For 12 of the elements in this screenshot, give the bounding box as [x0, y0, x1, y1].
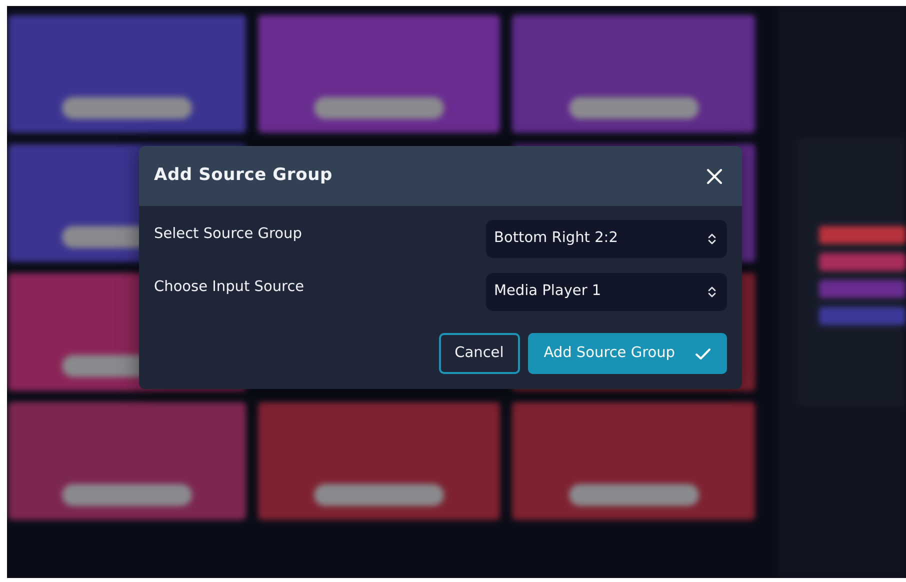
- close-icon: [707, 168, 722, 184]
- cancel-button[interactable]: Cancel: [438, 333, 520, 374]
- dropdown-field[interactable]: Bottom Right 2:2: [486, 220, 727, 258]
- add-button[interactable]: Add Source Group: [528, 333, 727, 374]
- dialog-title: Add Source Group: [154, 164, 332, 188]
- chevron-updown-icon: [708, 286, 716, 298]
- close-button[interactable]: [707, 168, 722, 184]
- field-label: Choose Input Source: [154, 278, 304, 297]
- field-label: Select Source Group: [154, 225, 302, 244]
- checkmark-icon: [695, 348, 711, 360]
- chevron-updown-icon: [708, 233, 716, 245]
- dropdown-field[interactable]: Media Player 1: [486, 273, 727, 311]
